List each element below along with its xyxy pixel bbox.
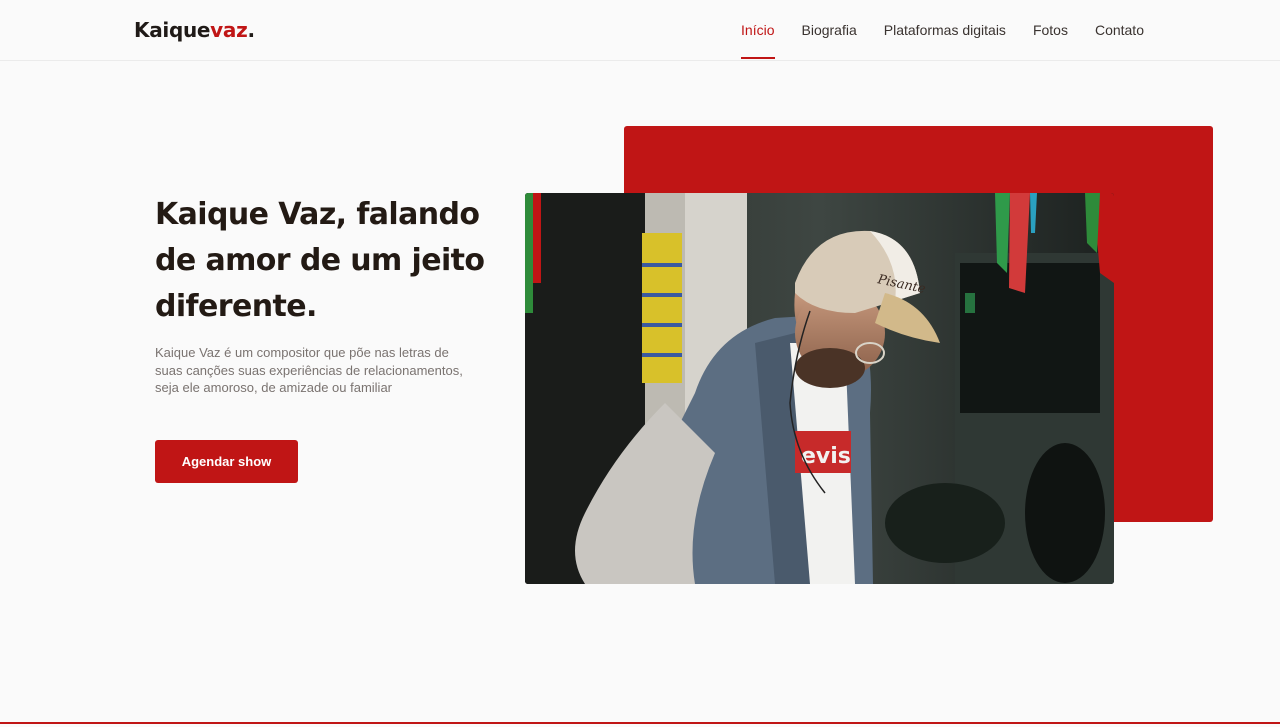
main-nav: Início Biografia Plataformas digitais Fo… [714, 0, 1144, 60]
artist-photo-illustration: evis Pisante [525, 193, 1114, 584]
logo-main: Kaique [134, 18, 211, 42]
book-show-button[interactable]: Agendar show [155, 440, 298, 483]
nav-item-biografia[interactable]: Biografia [802, 0, 857, 60]
site-header: Kaiquevaz. Início Biografia Plataformas … [0, 0, 1280, 61]
nav-item-fotos[interactable]: Fotos [1033, 0, 1068, 60]
footer-accent-line [0, 722, 1280, 724]
nav-item-inicio[interactable]: Início [741, 0, 775, 60]
hero-description: Kaique Vaz é um compositor que põe nas l… [155, 345, 463, 395]
nav-item-contato[interactable]: Contato [1095, 0, 1144, 60]
logo-dot: . [247, 18, 255, 42]
shirt-logo-text: evis [801, 444, 851, 469]
logo-accent: vaz [210, 18, 248, 42]
site-logo[interactable]: Kaiquevaz. [134, 18, 255, 42]
artist-photo: evis Pisante [525, 193, 1114, 584]
hero-title: Kaique Vaz, falando de amor de um jeito … [155, 197, 485, 324]
nav-item-plataformas-digitais[interactable]: Plataformas digitais [884, 0, 1006, 60]
